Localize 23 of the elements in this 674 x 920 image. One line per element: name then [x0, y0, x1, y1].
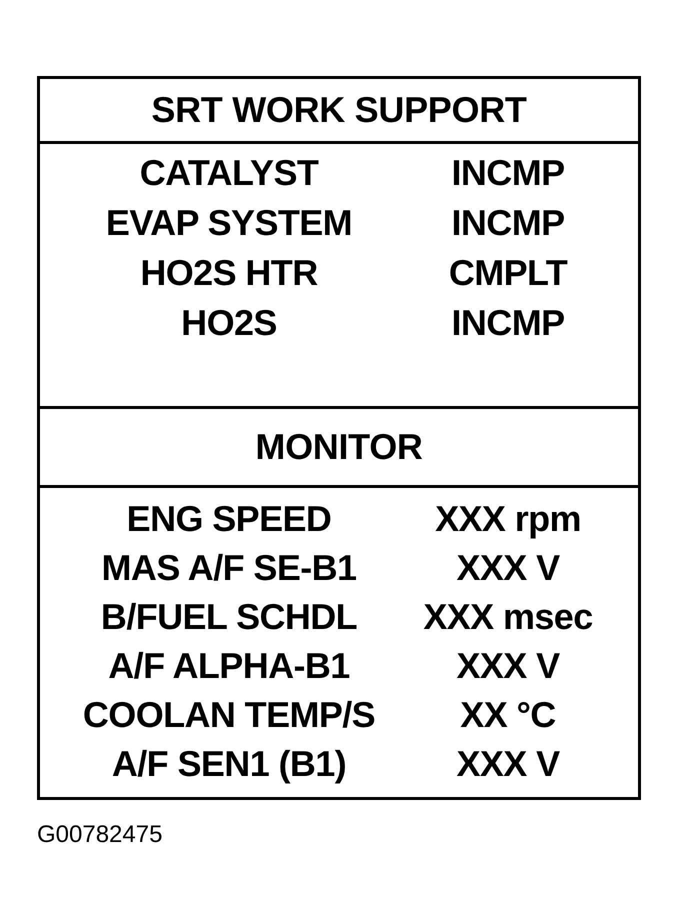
- row-value: XXX rpm: [435, 498, 581, 538]
- row-value: XX °C: [460, 694, 556, 734]
- row-label: A/F SEN1 (B1): [112, 744, 346, 784]
- row-label: CATALYST: [140, 153, 318, 193]
- row-value: INCMP: [452, 203, 564, 243]
- row-value: XXX msec: [423, 596, 593, 636]
- row-label: ENG SPEED: [126, 498, 332, 538]
- row-value: XXX V: [456, 548, 560, 588]
- row-label: EVAP SYSTEM: [106, 203, 352, 243]
- row-value: INCMP: [452, 153, 564, 193]
- row-label: B/FUEL SCHDL: [100, 596, 358, 636]
- row-label: A/F ALPHA-B1: [108, 646, 350, 686]
- row-value: XXX V: [456, 646, 560, 686]
- row-label: HO2S: [181, 303, 277, 343]
- row-label: COOLAN TEMP/S: [82, 694, 376, 734]
- figure-code: G00782475: [37, 820, 162, 850]
- section-title: SRT WORK SUPPORT: [151, 89, 527, 131]
- row-value: XXX V: [456, 744, 560, 784]
- row-label: MAS A/F SE-B1: [102, 548, 356, 588]
- section-title: MONITOR: [255, 426, 423, 468]
- row-value: CMPLT: [448, 253, 568, 293]
- row-value: INCMP: [452, 303, 564, 343]
- row-label: HO2S HTR: [140, 253, 318, 293]
